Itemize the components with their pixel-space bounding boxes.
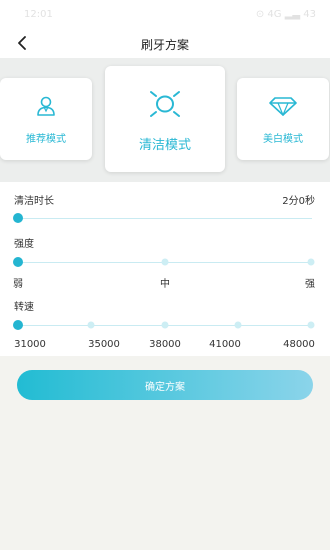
mode-card-clean[interactable]: 清洁模式: [105, 66, 225, 172]
page-title: 刷牙方案: [140, 38, 189, 52]
intensity-tick-strong: 强: [305, 279, 315, 290]
speed-label: 转速: [14, 302, 34, 313]
intensity-tick-weak: 弱: [13, 279, 23, 290]
speed-option-38000[interactable]: [161, 321, 169, 329]
mode-label-whitening: 美白模式: [263, 134, 303, 145]
diamond-icon: [269, 94, 297, 118]
sun-icon: [148, 88, 182, 120]
mode-card-whitening[interactable]: 美白模式: [237, 78, 329, 160]
duration-slider-track[interactable]: [18, 218, 312, 219]
intensity-option-strong[interactable]: [307, 258, 315, 266]
intensity-option-medium[interactable]: [161, 258, 169, 266]
speed-option-31000[interactable]: [13, 320, 23, 330]
status-bar: 12:01 ⊙ 4G ▂▃ 43: [0, 0, 330, 30]
duration-value: 2分0秒: [282, 196, 315, 207]
status-indicators: ⊙ 4G ▂▃ 43: [255, 9, 316, 20]
confirm-plan-button[interactable]: 确定方案: [17, 370, 313, 400]
speed-option-41000[interactable]: [234, 321, 242, 329]
settings-panel: 清洁时长 2分0秒 强度 弱 中 强 转速 31000 35000 38000 …: [0, 182, 330, 356]
speed-tick-35000: 35000: [88, 339, 120, 350]
speed-option-35000[interactable]: [87, 321, 95, 329]
duration-label: 清洁时长: [14, 196, 54, 207]
speed-option-48000[interactable]: [307, 321, 315, 329]
duration-slider-handle[interactable]: [13, 213, 23, 223]
navigation-bar: 刷牙方案: [0, 30, 330, 58]
status-time: 12:01: [24, 9, 53, 20]
speed-tick-38000: 38000: [149, 339, 181, 350]
mode-label-recommended: 推荐模式: [26, 134, 66, 145]
intensity-option-weak[interactable]: [13, 257, 23, 267]
mode-card-recommended[interactable]: 推荐模式: [0, 78, 92, 160]
speed-tick-41000: 41000: [209, 339, 241, 350]
mode-label-clean: 清洁模式: [138, 138, 191, 153]
intensity-tick-medium: 中: [160, 279, 170, 290]
person-icon: [36, 94, 56, 118]
speed-tick-48000: 48000: [283, 339, 315, 350]
intensity-label: 强度: [14, 239, 34, 250]
speed-tick-31000: 31000: [14, 339, 46, 350]
